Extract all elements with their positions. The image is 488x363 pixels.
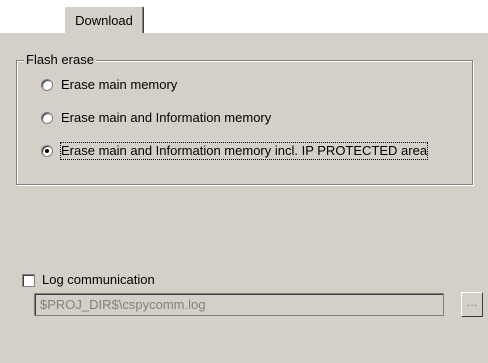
log-file-path-input[interactable]: $PROJ_DIR$\cspycomm.log [34,293,444,316]
tab-download-label: Download [75,13,133,28]
radio-button[interactable] [41,112,53,124]
log-communication-label: Log communication [42,272,155,287]
radio-erase-main-info-ip-protected[interactable]: Erase main and Information memory incl. … [41,142,429,160]
radio-label: Erase main and Information memory [61,110,272,125]
flash-erase-group: Flash erase Erase main memory Erase main… [16,52,473,185]
radio-erase-main-and-info-memory[interactable]: Erase main and Information memory [41,109,271,127]
radio-button-selected[interactable] [41,145,53,157]
radio-label: Erase main and Information memory incl. … [59,142,429,160]
browse-button[interactable]: ... [461,292,483,317]
log-communication-checkbox[interactable] [22,273,35,287]
flash-erase-group-title: Flash erase [24,52,96,68]
radio-button[interactable] [41,79,53,91]
tab-download[interactable]: Download [64,6,144,33]
radio-label: Erase main memory [61,77,178,92]
log-communication-checkbox-row[interactable]: Log communication [22,271,155,289]
download-panel: Flash erase Erase main memory Erase main… [0,32,488,363]
radio-erase-main-memory[interactable]: Erase main memory [41,76,177,94]
